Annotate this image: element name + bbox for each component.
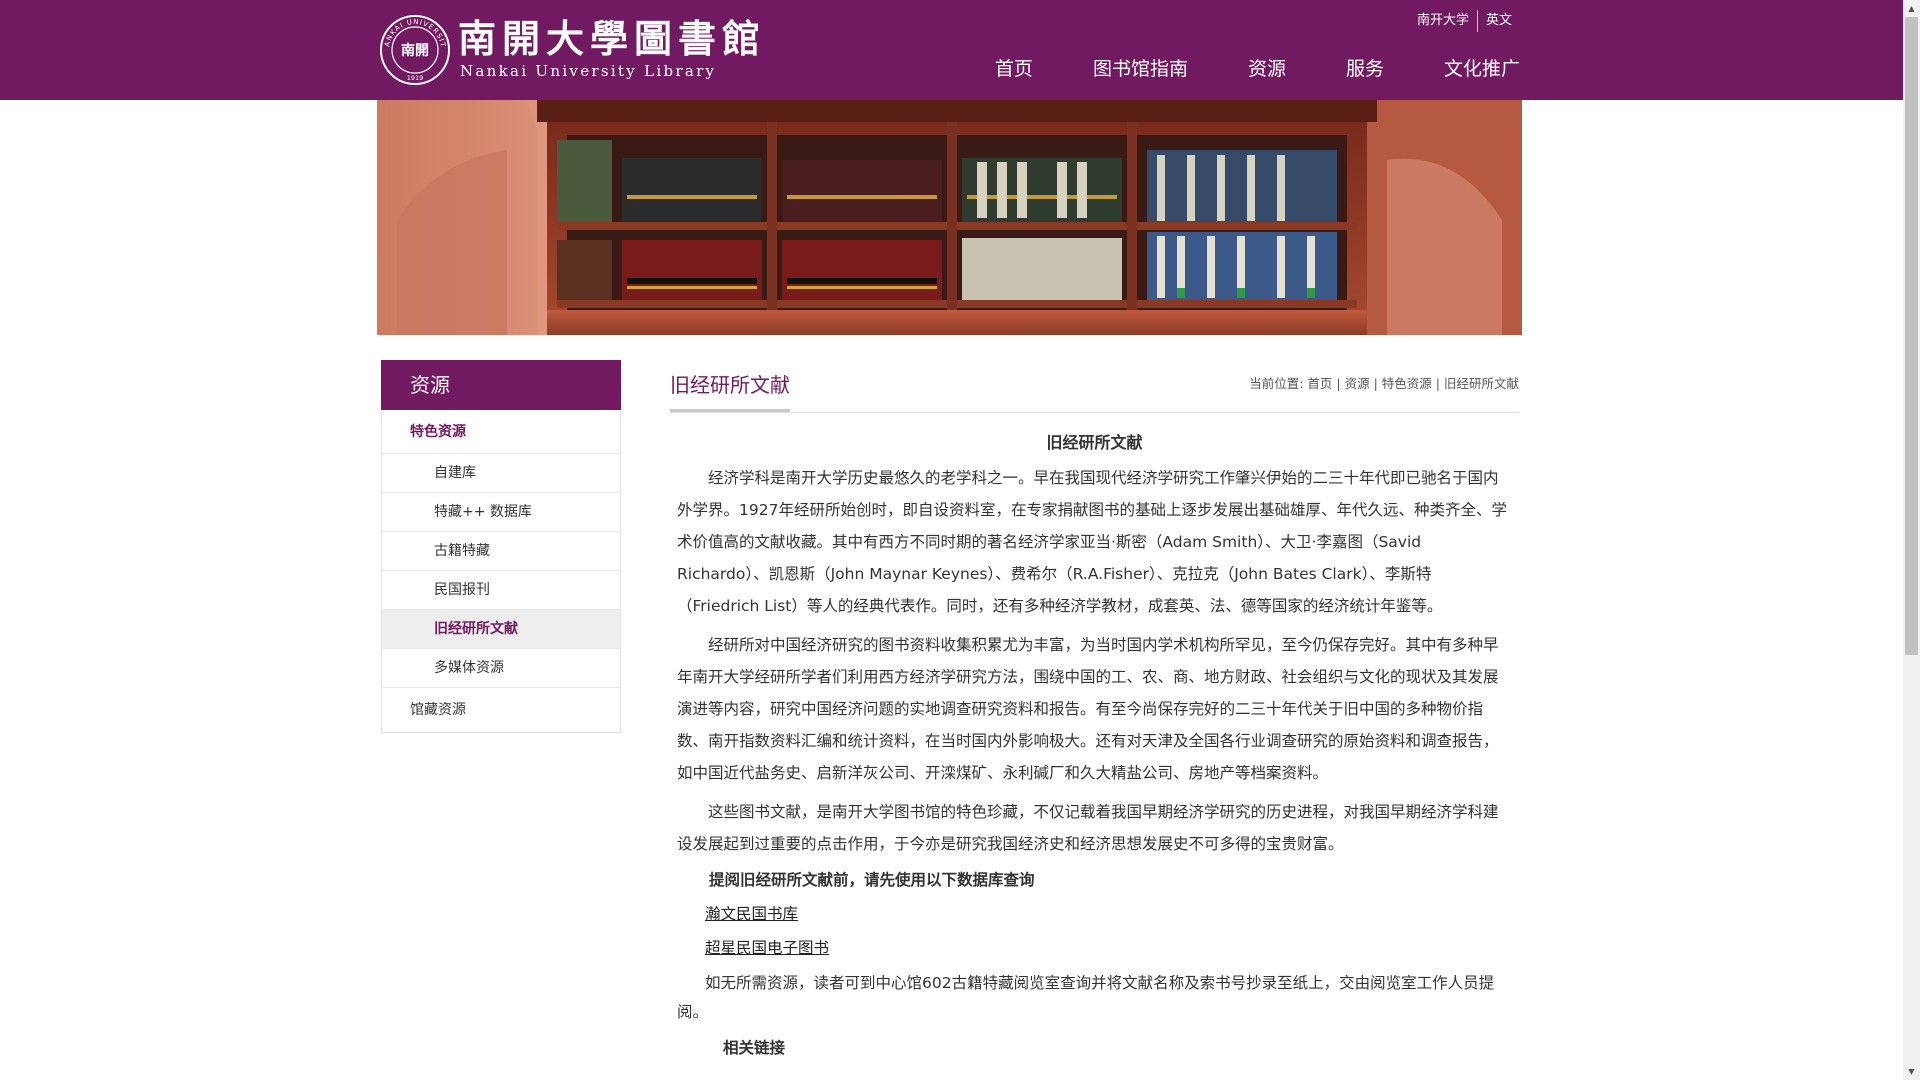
reading-room-note: 如无所需资源，读者可到中心馆602古籍特藏阅览室查询并将文献名称及索书号抄录至纸…: [677, 974, 1495, 1021]
scroll-thumb[interactable]: [1905, 17, 1918, 655]
scroll-up-arrow-icon[interactable]: ▲: [1903, 0, 1920, 17]
nav-services[interactable]: 服务: [1346, 56, 1384, 82]
article-title: 旧经研所文献: [1046, 433, 1143, 452]
nankai-university-link[interactable]: 南开大学: [1409, 11, 1477, 31]
library-logo[interactable]: NANKAI UNIVERSITY 南開 1919 南開大學圖書館 Nankai…: [379, 14, 760, 86]
sidebar-item-republican-newspapers[interactable]: 民国报刊: [382, 571, 620, 610]
sidebar: 资源 特色资源 自建库 特藏++ 数据库 古籍特藏 民国报刊 旧经研所文献 多媒…: [381, 360, 621, 733]
content-header: 旧经研所文献 当前位置: 首页 | 资源 | 特色资源 | 旧经研所文献: [670, 360, 1519, 413]
breadcrumb-separator: |: [1435, 376, 1444, 391]
breadcrumb-separator: |: [1336, 376, 1345, 391]
sidebar-item-holdings[interactable]: 馆藏资源: [382, 688, 620, 732]
breadcrumb-home[interactable]: 首页: [1307, 376, 1332, 391]
seal-year: 1919: [407, 74, 424, 82]
english-link[interactable]: 英文: [1478, 11, 1520, 31]
chaoxing-ebooks-link[interactable]: 超星民国电子图书: [677, 935, 829, 961]
nav-library-guide[interactable]: 图书馆指南: [1093, 56, 1188, 82]
article: 旧经研所文献 经济学科是南开大学历史最悠久的老学科之一。早在我国现代经济学研究工…: [677, 430, 1512, 1061]
breadcrumb-resources[interactable]: 资源: [1345, 376, 1370, 391]
breadcrumb-prefix: 当前位置:: [1249, 376, 1304, 391]
scroll-down-arrow-icon[interactable]: ▼: [1903, 1063, 1920, 1080]
seal-center-text: 南開: [401, 42, 429, 59]
logo-english-name: Nankai University Library: [460, 62, 717, 80]
related-links-heading: 相关链接: [723, 1039, 786, 1057]
breadcrumb-separator: |: [1373, 376, 1382, 391]
nav-resources[interactable]: 资源: [1248, 56, 1286, 82]
bookshelf-banner: [377, 100, 1522, 335]
page-title: 旧经研所文献: [670, 371, 790, 412]
sidebar-item-special-resources[interactable]: 特色资源: [382, 410, 620, 454]
nav-home[interactable]: 首页: [995, 56, 1033, 82]
sidebar-item-self-built-db[interactable]: 自建库: [382, 454, 620, 493]
sidebar-title: 资源: [381, 360, 621, 410]
sidebar-item-multimedia[interactable]: 多媒体资源: [382, 649, 620, 688]
page-scrollbar[interactable]: ▲ ▼: [1903, 0, 1920, 1080]
site-header: NANKAI UNIVERSITY 南開 1919 南開大學圖書館 Nankai…: [0, 0, 1920, 100]
article-paragraph: 经济学科是南开大学历史最悠久的老学科之一。早在我国现代经济学研究工作肇兴伊始的二…: [677, 469, 1507, 615]
hanwen-database-link[interactable]: 瀚文民国书库: [677, 901, 798, 927]
sidebar-item-special-collection-db[interactable]: 特藏++ 数据库: [382, 493, 620, 532]
breadcrumb-current[interactable]: 旧经研所文献: [1444, 376, 1519, 391]
bookshelf-image: [377, 100, 1522, 335]
article-paragraph: 经研所对中国经济研究的图书资料收集积累尤为丰富，为当时国内学术机构所罕见，至今仍…: [677, 636, 1499, 782]
sidebar-item-ancient-books[interactable]: 古籍特藏: [382, 532, 620, 571]
university-seal-icon: NANKAI UNIVERSITY 南開 1919: [379, 14, 450, 85]
breadcrumb-special-resources[interactable]: 特色资源: [1382, 376, 1432, 391]
sidebar-item-old-economic-institute[interactable]: 旧经研所文献: [382, 610, 620, 649]
query-heading: 提阅旧经研所文献前，请先使用以下数据库查询: [709, 871, 1035, 889]
article-paragraph: 这些图书文献，是南开大学图书馆的特色珍藏，不仅记载着我国早期经济学研究的历史进程…: [677, 803, 1499, 853]
nav-culture-promotion[interactable]: 文化推广: [1444, 56, 1520, 82]
main-nav: 首页 图书馆指南 资源 服务 文化推广: [995, 56, 1520, 82]
logo-chinese-name: 南開大學圖書館: [458, 16, 767, 61]
top-links: 南开大学 英文: [1409, 10, 1520, 32]
breadcrumb: 当前位置: 首页 | 资源 | 特色资源 | 旧经研所文献: [1249, 373, 1519, 392]
